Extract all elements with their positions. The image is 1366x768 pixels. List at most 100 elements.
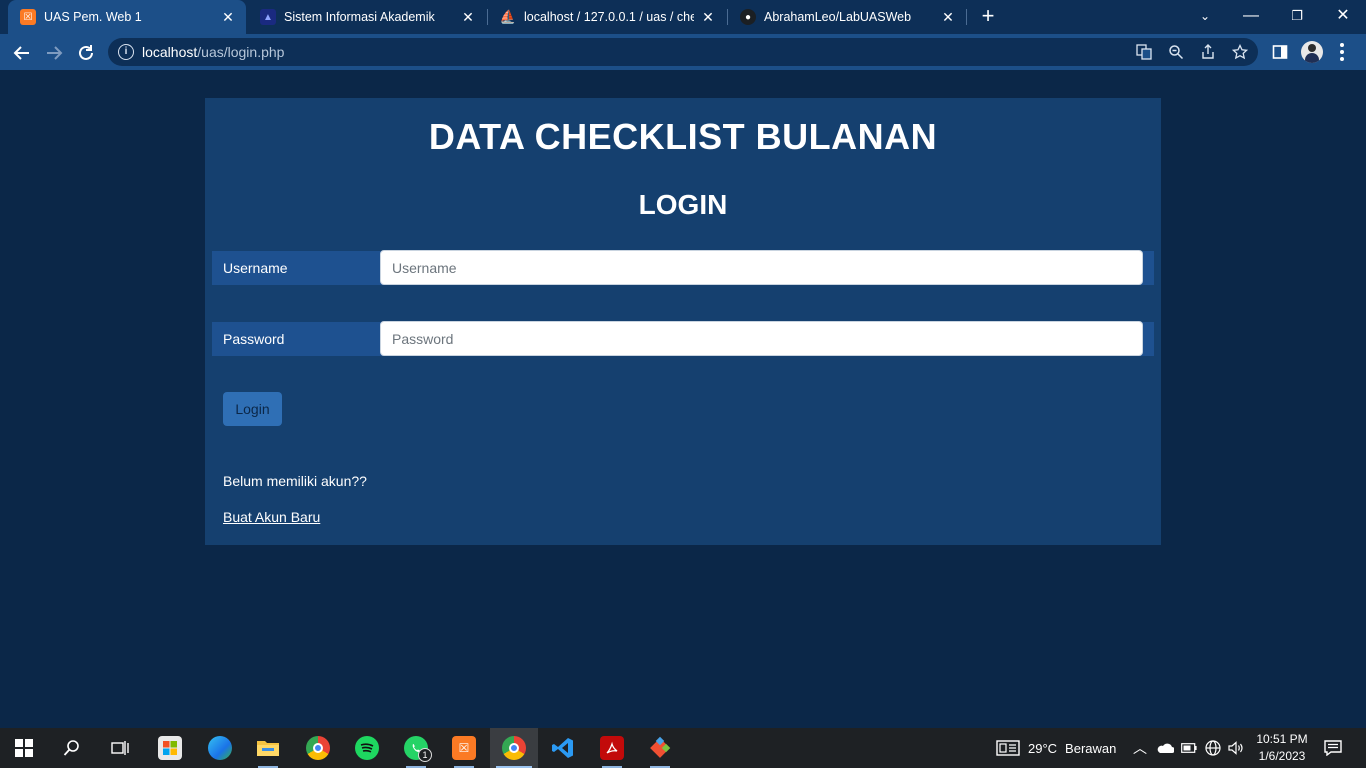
- username-row: Username: [212, 250, 1154, 285]
- address-url[interactable]: localhost/uas/login.php: [142, 44, 284, 60]
- tab-uas-pem-web[interactable]: ☒ UAS Pem. Web 1 ✕: [8, 0, 246, 34]
- show-hidden-icons-button[interactable]: ︿: [1133, 728, 1147, 768]
- tab-github[interactable]: ● AbrahamLeo/LabUASWeb ✕: [728, 0, 966, 34]
- bookmark-star-icon[interactable]: [1230, 42, 1250, 62]
- url-path: /uas/login.php: [197, 44, 285, 60]
- new-tab-button[interactable]: +: [976, 5, 1000, 29]
- network-globe-icon[interactable]: [1205, 728, 1221, 768]
- system-clock[interactable]: 10:51 PM 1/6/2023: [1252, 731, 1312, 765]
- news-icon: [996, 740, 1020, 756]
- notification-center-button[interactable]: [1324, 728, 1342, 768]
- taskbar-whatsapp[interactable]: 1: [392, 728, 440, 768]
- password-input[interactable]: [380, 321, 1143, 356]
- git-icon: [650, 736, 671, 758]
- chrome-icon: [306, 736, 330, 760]
- taskbar-spotify[interactable]: [343, 728, 391, 768]
- taskbar-acrobat[interactable]: [588, 728, 636, 768]
- share-icon[interactable]: [1198, 42, 1218, 62]
- vscode-icon: [552, 738, 573, 758]
- notification-icon: [1324, 740, 1342, 756]
- close-tab-icon[interactable]: ✕: [220, 9, 236, 26]
- reload-button[interactable]: [74, 41, 98, 65]
- register-prompt: Belum memiliki akun??: [223, 473, 367, 489]
- weather-condition: Berawan: [1065, 740, 1117, 756]
- login-button[interactable]: Login: [223, 392, 282, 426]
- onedrive-icon[interactable]: [1156, 728, 1174, 768]
- notification-badge: 1: [418, 748, 432, 762]
- taskbar-store[interactable]: [146, 728, 194, 768]
- profile-avatar[interactable]: [1301, 41, 1323, 63]
- taskbar-search-button[interactable]: [48, 728, 96, 768]
- login-panel: DATA CHECKLIST BULANAN LOGIN Username Pa…: [205, 98, 1161, 545]
- password-label: Password: [223, 331, 285, 347]
- zoom-icon[interactable]: [1166, 42, 1186, 62]
- close-tab-icon[interactable]: ✕: [700, 9, 716, 26]
- volume-icon[interactable]: [1228, 728, 1244, 768]
- url-host: localhost: [142, 44, 198, 60]
- menu-kebab-icon[interactable]: [1340, 43, 1344, 61]
- login-heading: LOGIN: [638, 189, 728, 220]
- close-window-button[interactable]: ✕: [1320, 0, 1366, 34]
- restore-button[interactable]: ❐: [1274, 0, 1320, 34]
- github-icon: ●: [740, 9, 756, 25]
- arrow-left-icon: [13, 46, 29, 60]
- tab-search-button[interactable]: ⌄: [1182, 0, 1228, 34]
- taskbar-xampp[interactable]: ☒: [440, 728, 488, 768]
- battery-icon[interactable]: [1181, 728, 1197, 768]
- task-view-button[interactable]: [96, 728, 144, 768]
- taskbar-chrome-profile[interactable]: [490, 728, 538, 768]
- tab-phpmyadmin[interactable]: ⛵ localhost / 127.0.0.1 / uas / check ✕: [488, 0, 726, 34]
- username-input[interactable]: [380, 250, 1143, 285]
- file-explorer-icon: [257, 741, 279, 756]
- clock-date: 1/6/2023: [1258, 749, 1306, 763]
- taskbar-vscode[interactable]: [539, 728, 587, 768]
- chevron-up-icon: ︿: [1133, 740, 1147, 756]
- username-label: Username: [223, 260, 288, 276]
- address-bar[interactable]: i localhost/uas/login.php: [108, 38, 1258, 66]
- spotify-icon: [355, 736, 379, 760]
- taskbar-file-explorer[interactable]: [244, 728, 292, 768]
- search-icon: [63, 740, 79, 756]
- tab-title: UAS Pem. Web 1: [44, 10, 142, 24]
- taskbar-chrome[interactable]: [294, 728, 342, 768]
- avatar-body: [1305, 53, 1319, 63]
- weather-widget[interactable]: 29°C Berawan: [996, 728, 1116, 768]
- clock-time: 10:51 PM: [1256, 732, 1308, 746]
- page-title: DATA CHECKLIST BULANAN: [428, 116, 938, 157]
- forward-button[interactable]: [42, 41, 66, 65]
- xampp-icon: ☒: [20, 9, 36, 25]
- close-tab-icon[interactable]: ✕: [460, 9, 476, 26]
- password-row: Password: [212, 321, 1154, 356]
- taskbar-git[interactable]: [636, 728, 684, 768]
- translate-icon[interactable]: [1134, 42, 1154, 62]
- start-icon: [15, 739, 33, 757]
- taskbar-edge[interactable]: [196, 728, 244, 768]
- acrobat-icon: [600, 736, 624, 760]
- site-info-icon[interactable]: i: [118, 44, 134, 60]
- siakad-icon: ▲: [260, 9, 276, 25]
- store-icon: [158, 736, 182, 760]
- phpmyadmin-icon: ⛵: [499, 9, 517, 24]
- task-view-icon: [111, 741, 129, 755]
- tab-sistem-informasi[interactable]: ▲ Sistem Informasi Akademik ✕: [248, 0, 486, 34]
- browser-toolbar: i localhost/uas/login.php: [0, 34, 1366, 70]
- edge-icon: [208, 736, 232, 760]
- browser-tab-strip: ☒ UAS Pem. Web 1 ✕ ▲ Sistem Informasi Ak…: [0, 0, 1366, 34]
- register-link[interactable]: Buat Akun Baru: [223, 509, 320, 525]
- side-panel-icon[interactable]: [1270, 42, 1290, 62]
- reload-icon: [79, 45, 93, 60]
- tab-title: Sistem Informasi Akademik: [284, 10, 435, 24]
- tab-divider: [966, 9, 967, 25]
- tab-title: localhost / 127.0.0.1 / uas / check: [524, 10, 694, 24]
- weather-temp: 29°C: [1028, 740, 1058, 756]
- xampp-icon: ☒: [452, 736, 476, 760]
- avatar-head: [1308, 44, 1316, 52]
- windows-taskbar: 1 ☒ 29°C Berawan ︿ 10:51 PM 1/6/2023: [0, 728, 1366, 768]
- chrome-profile-icon: [502, 736, 526, 760]
- back-button[interactable]: [10, 41, 34, 65]
- arrow-right-icon: [47, 46, 63, 60]
- close-tab-icon[interactable]: ✕: [940, 9, 956, 26]
- tab-title: AbrahamLeo/LabUASWeb: [764, 10, 912, 24]
- minimize-button[interactable]: —: [1228, 0, 1274, 34]
- start-button[interactable]: [0, 728, 48, 768]
